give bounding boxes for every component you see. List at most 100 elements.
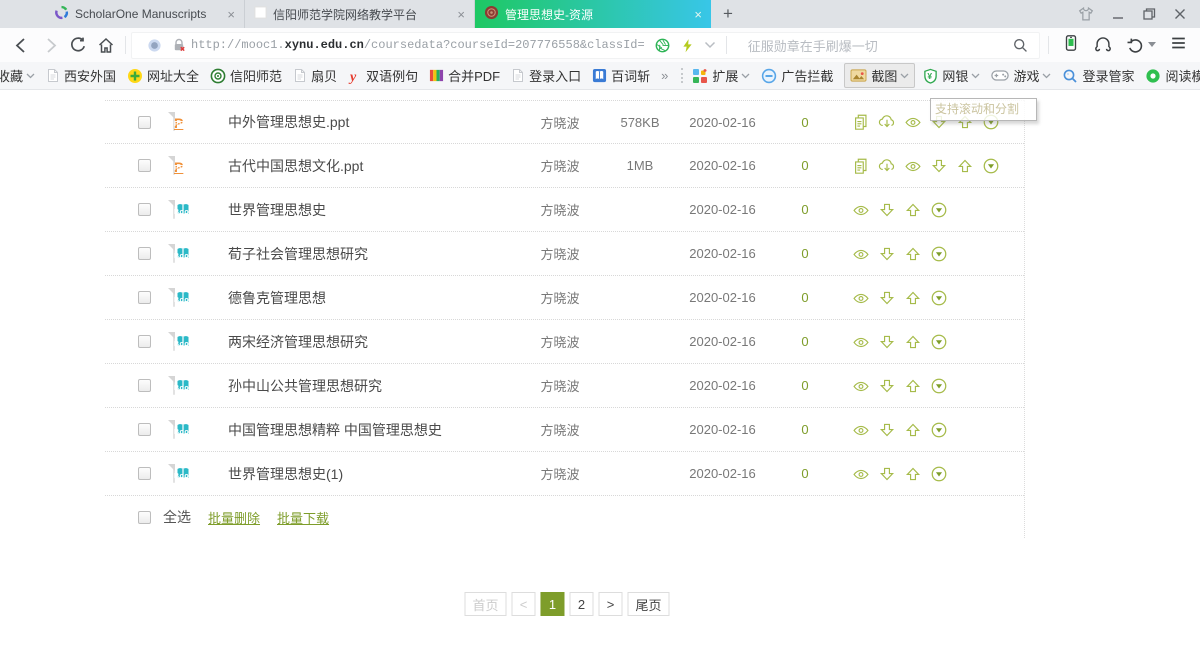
arrow-down-icon[interactable] <box>878 289 896 307</box>
accelerator-bolt-icon[interactable] <box>680 37 695 54</box>
arrow-down-icon[interactable] <box>878 201 896 219</box>
site-info-icon[interactable] <box>147 38 162 53</box>
eye-icon[interactable] <box>852 333 870 351</box>
eye-icon[interactable] <box>852 421 870 439</box>
arrow-up-icon[interactable] <box>956 157 974 175</box>
file-name[interactable]: 荀子社会管理思想研究 <box>215 244 515 264</box>
bookmark-item[interactable]: 百词斩 <box>592 66 650 85</box>
circle-down-icon[interactable] <box>930 245 948 263</box>
audio-listen-icon[interactable] <box>1093 33 1113 57</box>
row-checkbox[interactable] <box>138 335 151 348</box>
page-button[interactable]: 尾页 <box>628 592 670 616</box>
new-tab-button[interactable]: + <box>711 0 745 28</box>
bookmark-item[interactable]: 游戏 <box>991 66 1051 85</box>
arrow-down-icon[interactable] <box>878 333 896 351</box>
bookmark-item[interactable]: 广告拦截 <box>761 66 833 85</box>
row-checkbox[interactable] <box>138 291 151 304</box>
insecure-lock-icon[interactable] <box>171 37 187 53</box>
address-bar[interactable]: http://mooc1.xynu.edu.cn/coursedata?cour… <box>131 32 1040 59</box>
back-button[interactable] <box>8 35 36 55</box>
tab-close-icon[interactable]: × <box>227 8 235 21</box>
row-checkbox[interactable] <box>138 203 151 216</box>
page-button[interactable]: 1 <box>541 592 565 616</box>
restore-button[interactable] <box>1141 6 1157 22</box>
bookmark-item[interactable]: 扇贝 <box>293 66 337 85</box>
cloud-download-icon[interactable] <box>878 113 896 131</box>
eye-icon[interactable] <box>852 245 870 263</box>
shutter-extension-icon[interactable] <box>654 37 671 54</box>
circle-down-icon[interactable] <box>930 289 948 307</box>
eye-icon[interactable] <box>852 465 870 483</box>
arrow-up-icon[interactable] <box>904 289 922 307</box>
browser-tab[interactable]: ScholarOne Manuscripts× <box>45 0 245 28</box>
arrow-down-icon[interactable] <box>878 465 896 483</box>
cloud-download-icon[interactable] <box>878 157 896 175</box>
eye-icon[interactable] <box>852 377 870 395</box>
select-all-checkbox[interactable] <box>138 511 151 524</box>
row-checkbox[interactable] <box>138 116 151 129</box>
file-name[interactable]: 中外管理思想史.ppt <box>215 112 515 132</box>
bookmark-item[interactable]: 登录管家 <box>1062 66 1134 85</box>
file-name[interactable]: 古代中国思想文化.ppt <box>215 156 515 176</box>
undo-restore-icon[interactable] <box>1126 36 1156 55</box>
url-dropdown-chevron-icon[interactable] <box>704 41 716 49</box>
file-name[interactable]: 两宋经济管理思想研究 <box>215 332 515 352</box>
bookmark-item[interactable]: y双语例句 <box>348 66 418 85</box>
circle-down-icon[interactable] <box>930 465 948 483</box>
bookmark-item[interactable]: 信阳师范 <box>210 66 282 85</box>
eye-icon[interactable] <box>904 157 922 175</box>
browser-tab[interactable]: 管理思想史-资源× <box>475 0 711 28</box>
file-name[interactable]: 世界管理思想史 <box>215 200 515 220</box>
arrow-up-icon[interactable] <box>904 377 922 395</box>
circle-down-icon[interactable] <box>930 333 948 351</box>
file-name[interactable]: 德鲁克管理思想 <box>215 288 515 308</box>
send-to-phone-icon[interactable] <box>1062 33 1080 58</box>
forward-button[interactable] <box>36 35 64 55</box>
home-button[interactable] <box>92 35 120 55</box>
arrow-up-icon[interactable] <box>904 421 922 439</box>
bookmark-item[interactable]: 登录入口 <box>511 66 581 85</box>
eye-icon[interactable] <box>852 289 870 307</box>
row-checkbox[interactable] <box>138 247 151 260</box>
eye-icon[interactable] <box>852 201 870 219</box>
arrow-down-icon[interactable] <box>930 157 948 175</box>
search-icon[interactable] <box>1012 37 1029 54</box>
batch-delete-link[interactable]: 批量删除 <box>208 508 260 527</box>
batch-download-link[interactable]: 批量下载 <box>277 508 329 527</box>
file-name[interactable]: 世界管理思想史(1) <box>215 464 515 484</box>
arrow-up-icon[interactable] <box>904 333 922 351</box>
row-checkbox[interactable] <box>138 159 151 172</box>
browser-skin-icon[interactable] <box>1077 5 1095 23</box>
bookmark-item[interactable]: » <box>661 68 668 83</box>
page-button[interactable]: > <box>599 592 623 616</box>
arrow-down-icon[interactable] <box>878 245 896 263</box>
bookmark-item[interactable]: 截图 <box>844 63 915 88</box>
menu-icon[interactable] <box>1169 34 1188 57</box>
bookmark-item[interactable]: ¥网银 <box>923 66 980 85</box>
page-button[interactable]: 2 <box>570 592 594 616</box>
copy-icon[interactable] <box>852 113 870 131</box>
eye-icon[interactable] <box>904 113 922 131</box>
bookmark-item[interactable]: 收藏 <box>0 66 35 85</box>
tab-close-icon[interactable]: × <box>694 8 702 21</box>
minimize-button[interactable] <box>1110 6 1126 22</box>
arrow-up-icon[interactable] <box>904 245 922 263</box>
browser-tab[interactable]: 信阳师范学院网络教学平台× <box>245 0 475 28</box>
circle-down-icon[interactable] <box>982 157 1000 175</box>
bookmark-item[interactable]: 扩展 <box>692 66 750 85</box>
circle-down-icon[interactable] <box>930 377 948 395</box>
refresh-button[interactable] <box>64 35 92 55</box>
file-name[interactable]: 中国管理思想精粹 中国管理思想史 <box>215 420 515 440</box>
arrow-down-icon[interactable] <box>878 377 896 395</box>
row-checkbox[interactable] <box>138 423 151 436</box>
file-name[interactable]: 孙中山公共管理思想研究 <box>215 376 515 396</box>
copy-icon[interactable] <box>852 157 870 175</box>
bookmark-item[interactable]: 网址大全 <box>127 66 199 85</box>
row-checkbox[interactable] <box>138 467 151 480</box>
url-text[interactable]: http://mooc1.xynu.edu.cn/coursedata?cour… <box>191 38 645 52</box>
row-checkbox[interactable] <box>138 379 151 392</box>
bookmark-item[interactable]: 阅读模式 <box>1145 66 1200 85</box>
close-window-button[interactable] <box>1172 6 1188 22</box>
arrow-up-icon[interactable] <box>904 201 922 219</box>
bookmark-item[interactable]: 合并PDF <box>429 66 500 85</box>
